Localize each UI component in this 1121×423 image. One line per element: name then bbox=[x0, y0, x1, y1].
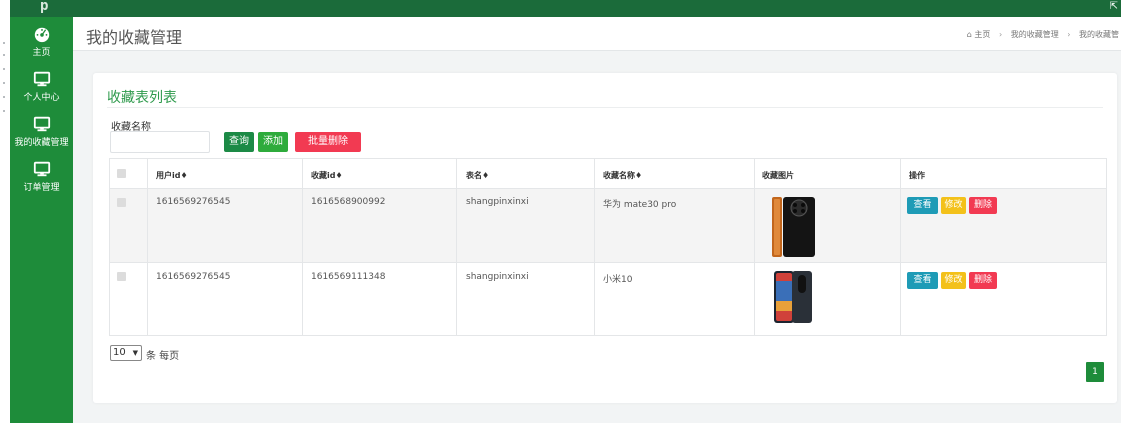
cell-favorite-id: 1616569111348 bbox=[311, 272, 386, 282]
dashboard-icon bbox=[34, 27, 49, 43]
title-divider bbox=[107, 107, 1103, 108]
query-button[interactable]: 查询 bbox=[224, 132, 254, 152]
monitor-icon bbox=[33, 161, 50, 177]
cell-favorite-name: 小米10 bbox=[603, 275, 633, 285]
page-title: 我的收藏管理 bbox=[86, 28, 183, 47]
header-favorite-name[interactable]: 收藏名称♦ bbox=[603, 170, 642, 181]
view-button[interactable]: 查看 bbox=[907, 272, 938, 289]
huawei-phone-thumbnail bbox=[772, 197, 815, 257]
sidebar-item-orders[interactable]: 订单管理 bbox=[10, 152, 73, 202]
favorite-name-input[interactable] bbox=[110, 131, 210, 153]
cell-user-id: 1616569276545 bbox=[156, 197, 231, 207]
breadcrumb-home[interactable]: 主页 bbox=[974, 30, 990, 39]
chevron-down-icon: ▼ bbox=[132, 349, 138, 357]
breadcrumb-current: 我的收藏管 bbox=[1079, 30, 1119, 39]
sidebar-item-home[interactable]: 主页 bbox=[10, 17, 73, 67]
page-button-current[interactable]: 1 bbox=[1086, 362, 1104, 382]
breadcrumb: ⌂ 主页 › 我的收藏管理 › 我的收藏管 bbox=[967, 29, 1119, 40]
monitor-icon bbox=[33, 71, 50, 87]
header-user-id[interactable]: 用户id♦ bbox=[156, 170, 188, 181]
row-checkbox[interactable] bbox=[117, 272, 126, 281]
sidebar-item-profile[interactable]: 个人中心 bbox=[10, 62, 73, 112]
sidebar-item-label: 个人中心 bbox=[23, 93, 60, 103]
page-header: 我的收藏管理 ⌂ 主页 › 我的收藏管理 › 我的收藏管 bbox=[73, 17, 1121, 51]
edit-button[interactable]: 修改 bbox=[941, 197, 966, 214]
header-table-name[interactable]: 表名♦ bbox=[466, 170, 489, 181]
page-size-select[interactable]: 10 ▼ bbox=[110, 345, 142, 361]
xiaomi-phone-thumbnail bbox=[774, 271, 812, 323]
cell-user-id: 1616569276545 bbox=[156, 272, 231, 282]
sidebar-item-favorites[interactable]: 我的收藏管理 bbox=[10, 107, 73, 157]
favorites-table: 用户id♦ 收藏id♦ 表名♦ 收藏名称♦ 收藏图片 操作 1616569276… bbox=[109, 158, 1107, 336]
cell-favorite-id: 1616568900992 bbox=[311, 197, 386, 207]
cell-table-name: shangpinxinxi bbox=[466, 197, 529, 207]
favorites-card: 收藏表列表 收藏名称 查询 添加 批量删除 用户id♦ 收藏id♦ 表名♦ 收藏… bbox=[93, 73, 1117, 403]
card-title: 收藏表列表 bbox=[107, 90, 177, 106]
row-checkbox[interactable] bbox=[117, 198, 126, 207]
header-favorite-image: 收藏图片 bbox=[762, 171, 794, 180]
app-logo: p bbox=[40, 0, 49, 14]
delete-button[interactable]: 删除 bbox=[969, 272, 997, 289]
monitor-icon bbox=[33, 116, 50, 132]
breadcrumb-separator: › bbox=[1067, 30, 1071, 39]
breadcrumb-separator: › bbox=[998, 30, 1003, 39]
select-all-checkbox[interactable] bbox=[117, 169, 126, 178]
view-button[interactable]: 查看 bbox=[907, 197, 938, 214]
cell-favorite-name: 华为 mate30 pro bbox=[603, 200, 677, 210]
sidebar-item-label: 主页 bbox=[32, 48, 51, 58]
home-icon: ⌂ bbox=[966, 30, 972, 39]
header-actions: 操作 bbox=[909, 171, 925, 180]
sidebar-item-label: 订单管理 bbox=[23, 183, 60, 193]
batch-delete-button[interactable]: 批量删除 bbox=[295, 132, 361, 152]
sidebar: 主页 个人中心 我的收藏管理 订单管理 bbox=[10, 17, 73, 423]
header-favorite-id[interactable]: 收藏id♦ bbox=[311, 170, 343, 181]
left-edge-strip bbox=[0, 0, 10, 423]
per-page-label: 条 每页 bbox=[146, 351, 180, 362]
cell-table-name: shangpinxinxi bbox=[466, 272, 529, 282]
breadcrumb-favorites[interactable]: 我的收藏管理 bbox=[1011, 30, 1059, 39]
edit-button[interactable]: 修改 bbox=[941, 272, 966, 289]
sidebar-item-label: 我的收藏管理 bbox=[14, 138, 69, 148]
page-size-value: 10 bbox=[113, 347, 126, 358]
top-bar: p ⇱ bbox=[10, 0, 1121, 17]
delete-button[interactable]: 删除 bbox=[969, 197, 997, 214]
fullscreen-icon[interactable]: ⇱ bbox=[1110, 1, 1118, 12]
add-button[interactable]: 添加 bbox=[258, 132, 288, 152]
